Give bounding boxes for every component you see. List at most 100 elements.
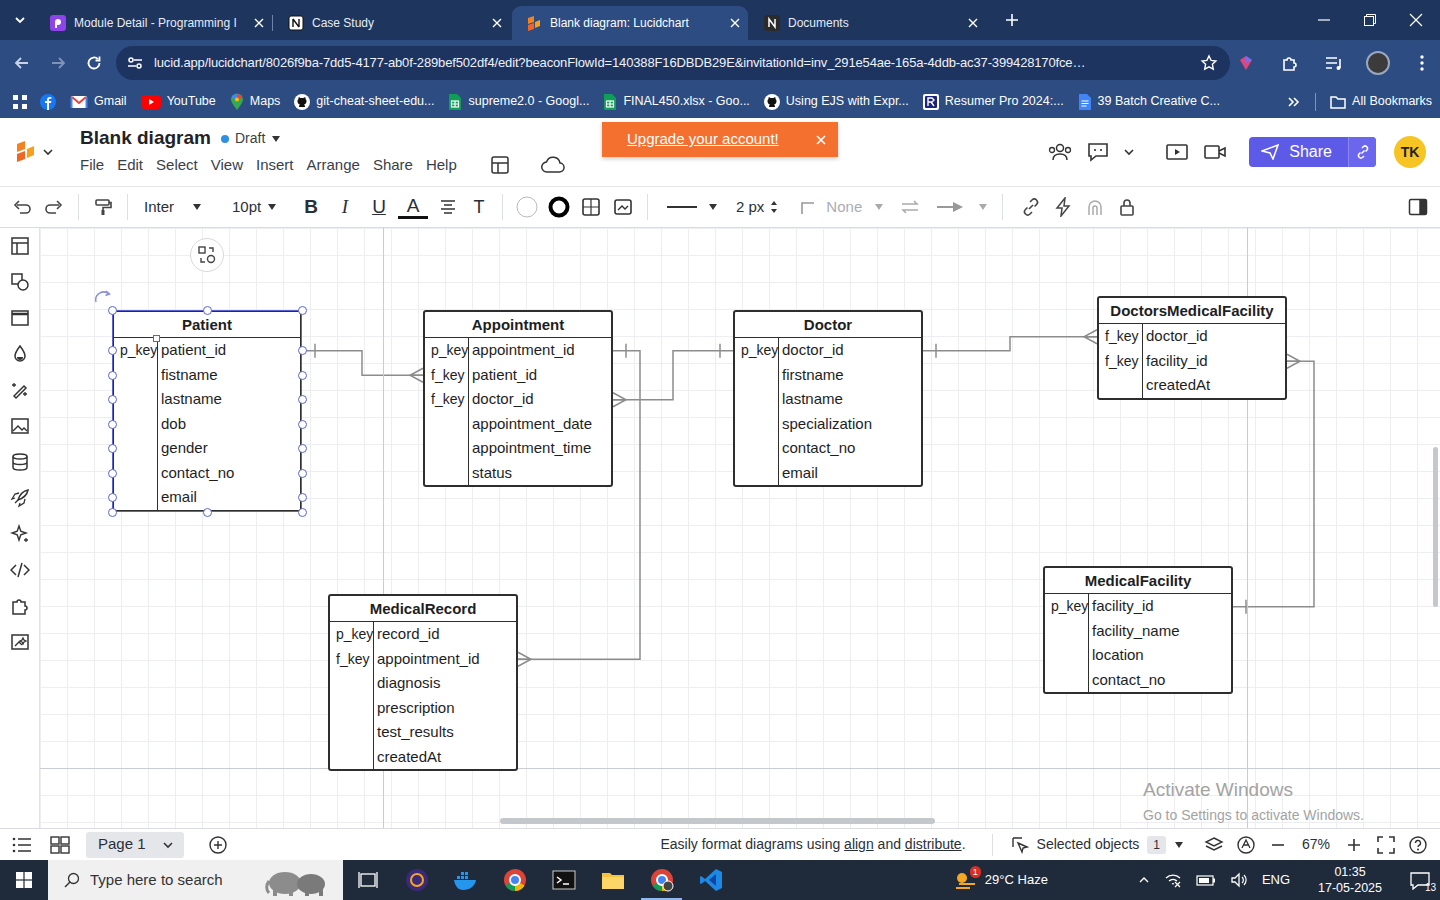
- close-tab-icon[interactable]: [254, 18, 264, 28]
- bookmark[interactable]: [40, 94, 56, 110]
- language-indicator[interactable]: ENG: [1262, 870, 1290, 890]
- format-painter-button[interactable]: [87, 191, 119, 223]
- vertical-scrollbar[interactable]: [1433, 447, 1438, 607]
- upgrade-banner[interactable]: Upgrade your account!: [602, 122, 838, 157]
- selected-objects[interactable]: Selected objects 1: [1011, 834, 1184, 855]
- entity-field-row[interactable]: lastname: [735, 387, 921, 412]
- code-icon[interactable]: [10, 560, 30, 580]
- page-grid-button[interactable]: [44, 829, 76, 861]
- add-page-button[interactable]: [202, 829, 234, 861]
- entity-field-row[interactable]: appointment_date: [425, 412, 611, 437]
- entity-table[interactable]: Appointmentp_keyappointment_idf_keypatie…: [423, 310, 613, 487]
- lock-button[interactable]: [1111, 191, 1143, 223]
- browser-tab[interactable]: Module Detail - Programming I: [36, 6, 272, 40]
- chrome-menu-button[interactable]: [1406, 47, 1438, 79]
- insert-link-button[interactable]: [1015, 191, 1047, 223]
- taskbar-app[interactable]: [441, 860, 490, 900]
- browser-tab[interactable]: Case Study: [274, 6, 510, 40]
- entity-field-row[interactable]: p_keyfacility_id: [1045, 594, 1231, 619]
- notification-center[interactable]: 13: [1410, 870, 1430, 890]
- line-color-button[interactable]: [543, 191, 575, 223]
- resize-handle[interactable]: [298, 371, 307, 380]
- menu-item[interactable]: Arrange: [307, 154, 360, 177]
- resize-handle[interactable]: [298, 420, 307, 429]
- resize-handle[interactable]: [108, 420, 117, 429]
- back-button[interactable]: [4, 47, 40, 79]
- line-shape-button[interactable]: [792, 191, 824, 223]
- properties-panel-button[interactable]: [1402, 191, 1434, 223]
- help-button[interactable]: [1402, 829, 1434, 861]
- entity-field-row[interactable]: email: [735, 461, 921, 486]
- entity-field-row[interactable]: f_keypatient_id: [425, 363, 611, 388]
- fit-screen-button[interactable]: [1370, 829, 1402, 861]
- close-tab-icon[interactable]: [492, 18, 502, 28]
- database-icon[interactable]: [10, 452, 30, 472]
- battery-icon[interactable]: [1196, 873, 1216, 887]
- bookmark[interactable]: FINAL450.xlsx - Goo...: [603, 92, 749, 111]
- address-bar[interactable]: lucid.app/lucidchart/8026f9ba-7dd5-4177-…: [116, 46, 1230, 80]
- entity-table[interactable]: MedicalRecordp_keyrecord_idf_keyappointm…: [328, 594, 518, 771]
- weather-widget[interactable]: 1 29°C Haze: [953, 870, 1048, 891]
- entity-table[interactable]: Doctorp_keydoctor_idfirstnamelastnamespe…: [733, 310, 923, 487]
- resize-handle[interactable]: [108, 371, 117, 380]
- entity-field-row[interactable]: p_keydoctor_id: [735, 338, 921, 363]
- close-tab-icon[interactable]: [730, 18, 740, 28]
- taskbar-app[interactable]: [490, 860, 539, 900]
- user-avatar[interactable]: TK: [1394, 136, 1426, 168]
- tip-link[interactable]: distribute: [905, 836, 962, 852]
- media-button[interactable]: [1318, 47, 1350, 79]
- entity-field-row[interactable]: diagnosis: [330, 671, 516, 696]
- status-dropdown[interactable]: Draft: [221, 128, 281, 149]
- resize-handle[interactable]: [298, 346, 307, 355]
- show-hidden-icons-icon[interactable]: [1138, 875, 1150, 885]
- entity-field-row[interactable]: dob: [114, 412, 300, 437]
- entity-field-row[interactable]: prescription: [330, 696, 516, 721]
- apps-grid-icon[interactable]: [12, 94, 28, 110]
- new-tab-button[interactable]: [996, 4, 1028, 36]
- resize-handle[interactable]: [108, 469, 117, 478]
- collaborators-icon[interactable]: [1047, 142, 1073, 162]
- taskbar-app-active[interactable]: [637, 860, 686, 900]
- entity-field-row[interactable]: appointment_time: [425, 436, 611, 461]
- swap-arrows-button[interactable]: [894, 191, 926, 223]
- menu-item[interactable]: Edit: [117, 154, 143, 177]
- browser-tab[interactable]: Documents: [750, 6, 986, 40]
- resize-handle[interactable]: [298, 395, 307, 404]
- bookmark[interactable]: git-cheat-sheet-edu...: [294, 92, 434, 111]
- taskbar-app[interactable]: [539, 860, 588, 900]
- bookmark[interactable]: Maps: [230, 92, 281, 111]
- text-options-button[interactable]: T: [464, 194, 494, 221]
- entity-field-row[interactable]: fistname: [114, 363, 300, 388]
- resize-handle[interactable]: [298, 306, 307, 315]
- shape-style-button[interactable]: [607, 191, 639, 223]
- network-icon[interactable]: [1164, 872, 1182, 888]
- bookmark[interactable]: Resumer Pro 2024:...: [923, 92, 1064, 111]
- bookmark[interactable]: YouTube: [141, 92, 216, 111]
- entity-table[interactable]: MedicalFacilityp_keyfacility_idfacility_…: [1043, 566, 1233, 694]
- menu-item[interactable]: Help: [426, 154, 457, 177]
- resize-handle[interactable]: [108, 508, 117, 517]
- copy-link-button[interactable]: [1348, 137, 1376, 167]
- shapes-icon[interactable]: [10, 272, 30, 292]
- magic-pen-icon[interactable]: [10, 380, 30, 400]
- lucid-menu-button[interactable]: [14, 140, 80, 164]
- url-text[interactable]: lucid.app/lucidchart/8026f9ba-7dd5-4177-…: [154, 53, 1190, 73]
- zoom-level[interactable]: 67%: [1302, 834, 1330, 855]
- menu-item[interactable]: Share: [373, 154, 413, 177]
- resize-handle[interactable]: [298, 493, 307, 502]
- entity-field-row[interactable]: contact_no: [735, 436, 921, 461]
- diagram-canvas[interactable]: Patientp_keypatient_idfistnamelastnamedo…: [40, 228, 1440, 828]
- bookmark[interactable]: Using EJS with Expr...: [764, 92, 909, 111]
- bookmark[interactable]: supreme2.0 - Googl...: [448, 92, 589, 111]
- frame-icon[interactable]: [10, 308, 30, 328]
- browser-tab[interactable]: Blank diagram: Lucidchart: [512, 6, 748, 40]
- close-window-button[interactable]: [1400, 4, 1432, 36]
- rocket-icon[interactable]: [10, 488, 30, 508]
- fill-drop-icon[interactable]: [10, 344, 30, 364]
- integrations-icon[interactable]: [10, 596, 30, 616]
- entity-field-row[interactable]: specialization: [735, 412, 921, 437]
- entity-field-row[interactable]: contact_no: [114, 461, 300, 486]
- line-style-dropdown[interactable]: [666, 202, 718, 212]
- undo-button[interactable]: [6, 191, 38, 223]
- present-icon[interactable]: [1165, 142, 1189, 162]
